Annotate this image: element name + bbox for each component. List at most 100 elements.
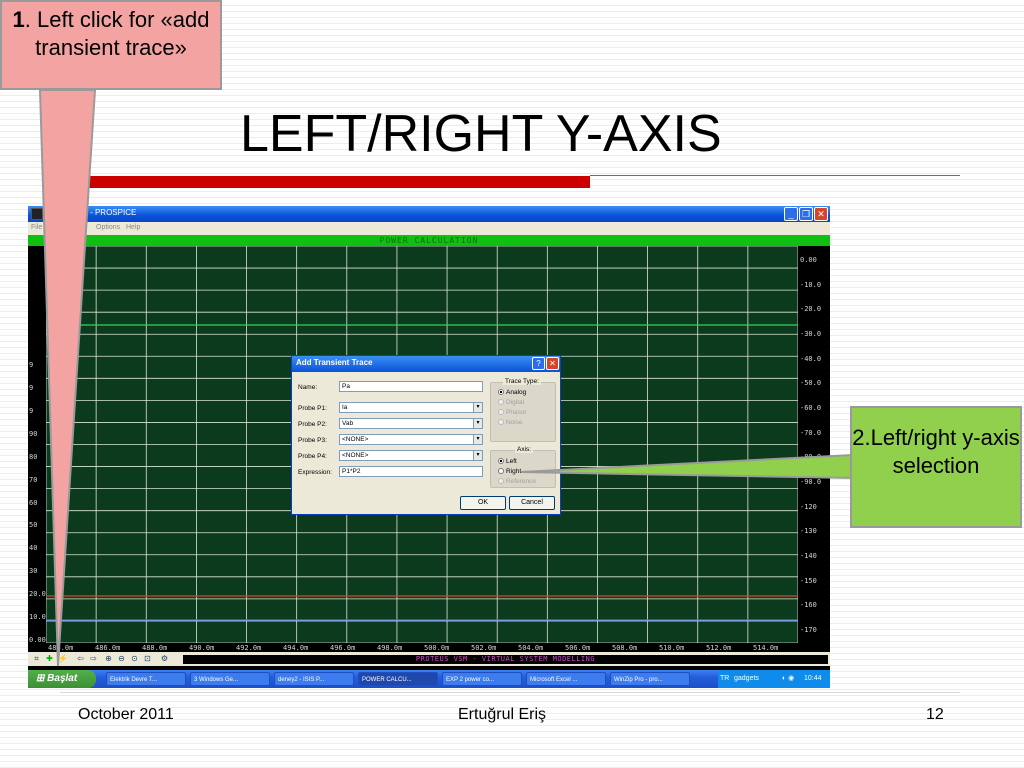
y-left-tick-label: 60 bbox=[29, 498, 38, 507]
probe-p3-label: Probe P3: bbox=[298, 437, 327, 444]
settings-icon[interactable]: ⚙ bbox=[160, 655, 169, 663]
axis-title: Axis: bbox=[515, 446, 534, 453]
menu-help[interactable]: Help bbox=[126, 224, 140, 231]
callout-step2-text: 2.Left/right y-axis selection bbox=[852, 425, 1020, 478]
x-tick-label: 492.0m bbox=[236, 644, 262, 652]
minimize-button[interactable]: _ bbox=[784, 207, 798, 221]
y-left-tick-label: 30 bbox=[29, 567, 38, 576]
zoom-out-icon[interactable]: ⊖ bbox=[117, 655, 126, 663]
chevron-down-icon: ▾ bbox=[473, 403, 482, 412]
zoom-area-icon[interactable]: ⊡ bbox=[143, 655, 152, 663]
y-left-tick-label: 20.0 bbox=[29, 590, 46, 599]
probe-p4-label: Probe P4: bbox=[298, 453, 327, 460]
footer-author: Ertuğrul Eriş bbox=[458, 706, 547, 723]
menu-file[interactable]: File bbox=[31, 224, 42, 231]
y-right-tick-label: -80.0 bbox=[800, 453, 822, 462]
expression-input[interactable]: P1*P2 bbox=[339, 466, 483, 477]
radio-selected-icon bbox=[498, 389, 504, 395]
y-right-tick-label: -30.0 bbox=[800, 330, 822, 338]
arrow-right-icon[interactable]: ⇨ bbox=[89, 655, 98, 663]
trace-type-phasor-radio: Phasor bbox=[498, 409, 527, 416]
y-right-tick-label: -10.0 bbox=[800, 280, 822, 289]
start-label: Başlat bbox=[47, 673, 78, 684]
x-tick-label: 510.0m bbox=[659, 644, 685, 652]
trace-type-noise-radio: Noise bbox=[498, 419, 523, 426]
probe-p4-select[interactable]: <NONE> ▾ bbox=[339, 450, 483, 461]
axis-reference-radio: Reference bbox=[498, 478, 536, 485]
x-tick-label: 486.0m bbox=[95, 644, 121, 652]
y-right-tick-label: -20.0 bbox=[800, 305, 822, 314]
graph-title: POWER CALCULATION bbox=[379, 236, 479, 245]
y-right-tick-label: -120 bbox=[800, 502, 817, 511]
x-tick-label: 502.0m bbox=[471, 644, 497, 652]
x-tick-label: 484.0m bbox=[48, 644, 74, 652]
window-titlebar: CULATION - PROSPICE _ ❐ ✕ bbox=[28, 206, 830, 222]
taskbar-item[interactable]: POWER CALCU... bbox=[358, 672, 438, 686]
simulate-icon[interactable]: ⚡ bbox=[58, 655, 68, 663]
footer-date: October 2011 bbox=[78, 706, 174, 723]
x-tick-label: 504.0m bbox=[518, 644, 544, 652]
tray-gadgets[interactable]: gadgets bbox=[734, 675, 759, 682]
clock: 10:44 bbox=[804, 675, 822, 682]
axis-left-radio[interactable]: Left bbox=[498, 458, 517, 465]
menu-options[interactable]: Options bbox=[96, 224, 120, 231]
probe-p2-select[interactable]: Vab ▾ bbox=[339, 418, 483, 429]
title-underline-thin bbox=[590, 175, 960, 176]
probe-p3-select[interactable]: <NONE> ▾ bbox=[339, 434, 483, 445]
taskbar-item[interactable]: EXP 2 power co... bbox=[442, 672, 522, 686]
add-trace-icon[interactable]: ✚ bbox=[45, 655, 54, 663]
x-tick-label: 506.0m bbox=[565, 644, 591, 652]
help-icon[interactable]: ? bbox=[532, 357, 545, 370]
callout-step1: 1. Left click for «add transient trace» bbox=[0, 0, 222, 90]
y-left-tick-label: 9 bbox=[29, 361, 34, 369]
zoom-all-icon[interactable]: ⊙ bbox=[130, 655, 139, 663]
taskbar-item[interactable]: Elektrik Devre T... bbox=[106, 672, 186, 686]
tray-icons: ◐ ◉ bbox=[782, 675, 795, 682]
cancel-button[interactable]: Cancel bbox=[509, 496, 555, 510]
y-right-tick-label: -60.0 bbox=[800, 404, 822, 412]
axis-group: Axis: Left Right Reference bbox=[490, 446, 556, 488]
taskbar: ⊞ Başlat Elektrik Devre T... 3 Windows G… bbox=[28, 670, 830, 688]
callout-step2: 2.Left/right y-axis selection bbox=[850, 406, 1022, 528]
dialog-close-button[interactable]: ✕ bbox=[546, 357, 559, 370]
name-input[interactable]: Pa bbox=[339, 381, 483, 392]
callout-step1-text: . Left click for «add transient trace» bbox=[24, 7, 210, 60]
y-left-tick-label: 10.0 bbox=[29, 613, 46, 622]
x-tick-label: 498.0m bbox=[377, 644, 403, 652]
y-right-tick-label: -150 bbox=[800, 576, 817, 585]
x-tick-label: 496.0m bbox=[330, 644, 356, 652]
x-tick-label: 508.0m bbox=[612, 644, 638, 652]
y-left-tick-label: 40 bbox=[29, 544, 38, 553]
chevron-down-icon: ▾ bbox=[473, 419, 482, 428]
y-right-tick-label: -50.0 bbox=[800, 379, 822, 388]
taskbar-item[interactable]: WinZip Pro - pro... bbox=[610, 672, 690, 686]
taskbar-item[interactable]: Microsoft Excel ... bbox=[526, 672, 606, 686]
name-label: Name: bbox=[298, 384, 318, 391]
restore-button[interactable]: ❐ bbox=[799, 207, 813, 221]
radio-icon bbox=[498, 409, 504, 415]
arrow-left-icon[interactable]: ⇦ bbox=[76, 655, 85, 663]
graph-icon[interactable]: ⌗ bbox=[32, 655, 41, 663]
ok-button[interactable]: OK bbox=[460, 496, 506, 510]
dialog-titlebar: Add Transient Trace ? ✕ bbox=[292, 356, 560, 372]
y-right-tick-label: -40.0 bbox=[800, 354, 822, 363]
system-tray: TR gadgets ◐ ◉ 10:44 bbox=[718, 670, 830, 688]
zoom-in-icon[interactable]: ⊕ bbox=[104, 655, 113, 663]
add-transient-trace-dialog: Add Transient Trace ? ✕ Name: Pa Probe P… bbox=[291, 355, 561, 515]
y-left-tick-label: 9 bbox=[29, 406, 34, 415]
taskbar-item[interactable]: deney2 - ISIS P... bbox=[274, 672, 354, 686]
tray-language[interactable]: TR bbox=[720, 675, 729, 682]
radio-icon bbox=[498, 478, 504, 484]
probe-p1-select[interactable]: Ia ▾ bbox=[339, 402, 483, 413]
y-right-tick-label: -160 bbox=[800, 601, 817, 610]
start-button[interactable]: ⊞ Başlat bbox=[28, 670, 96, 688]
axis-right-radio[interactable]: Right bbox=[498, 468, 521, 475]
chevron-down-icon: ▾ bbox=[473, 451, 482, 460]
trace-type-analog-radio[interactable]: Analog bbox=[498, 389, 526, 396]
close-button[interactable]: ✕ bbox=[814, 207, 828, 221]
chevron-down-icon: ▾ bbox=[473, 435, 482, 444]
x-tick-label: 512.0m bbox=[706, 644, 732, 652]
x-tick-label: 490.0m bbox=[189, 644, 215, 652]
status-text: PROTEUS VSM - VIRTUAL SYSTEM MODELLING bbox=[415, 655, 596, 663]
taskbar-item[interactable]: 3 Windows Ge... bbox=[190, 672, 270, 686]
